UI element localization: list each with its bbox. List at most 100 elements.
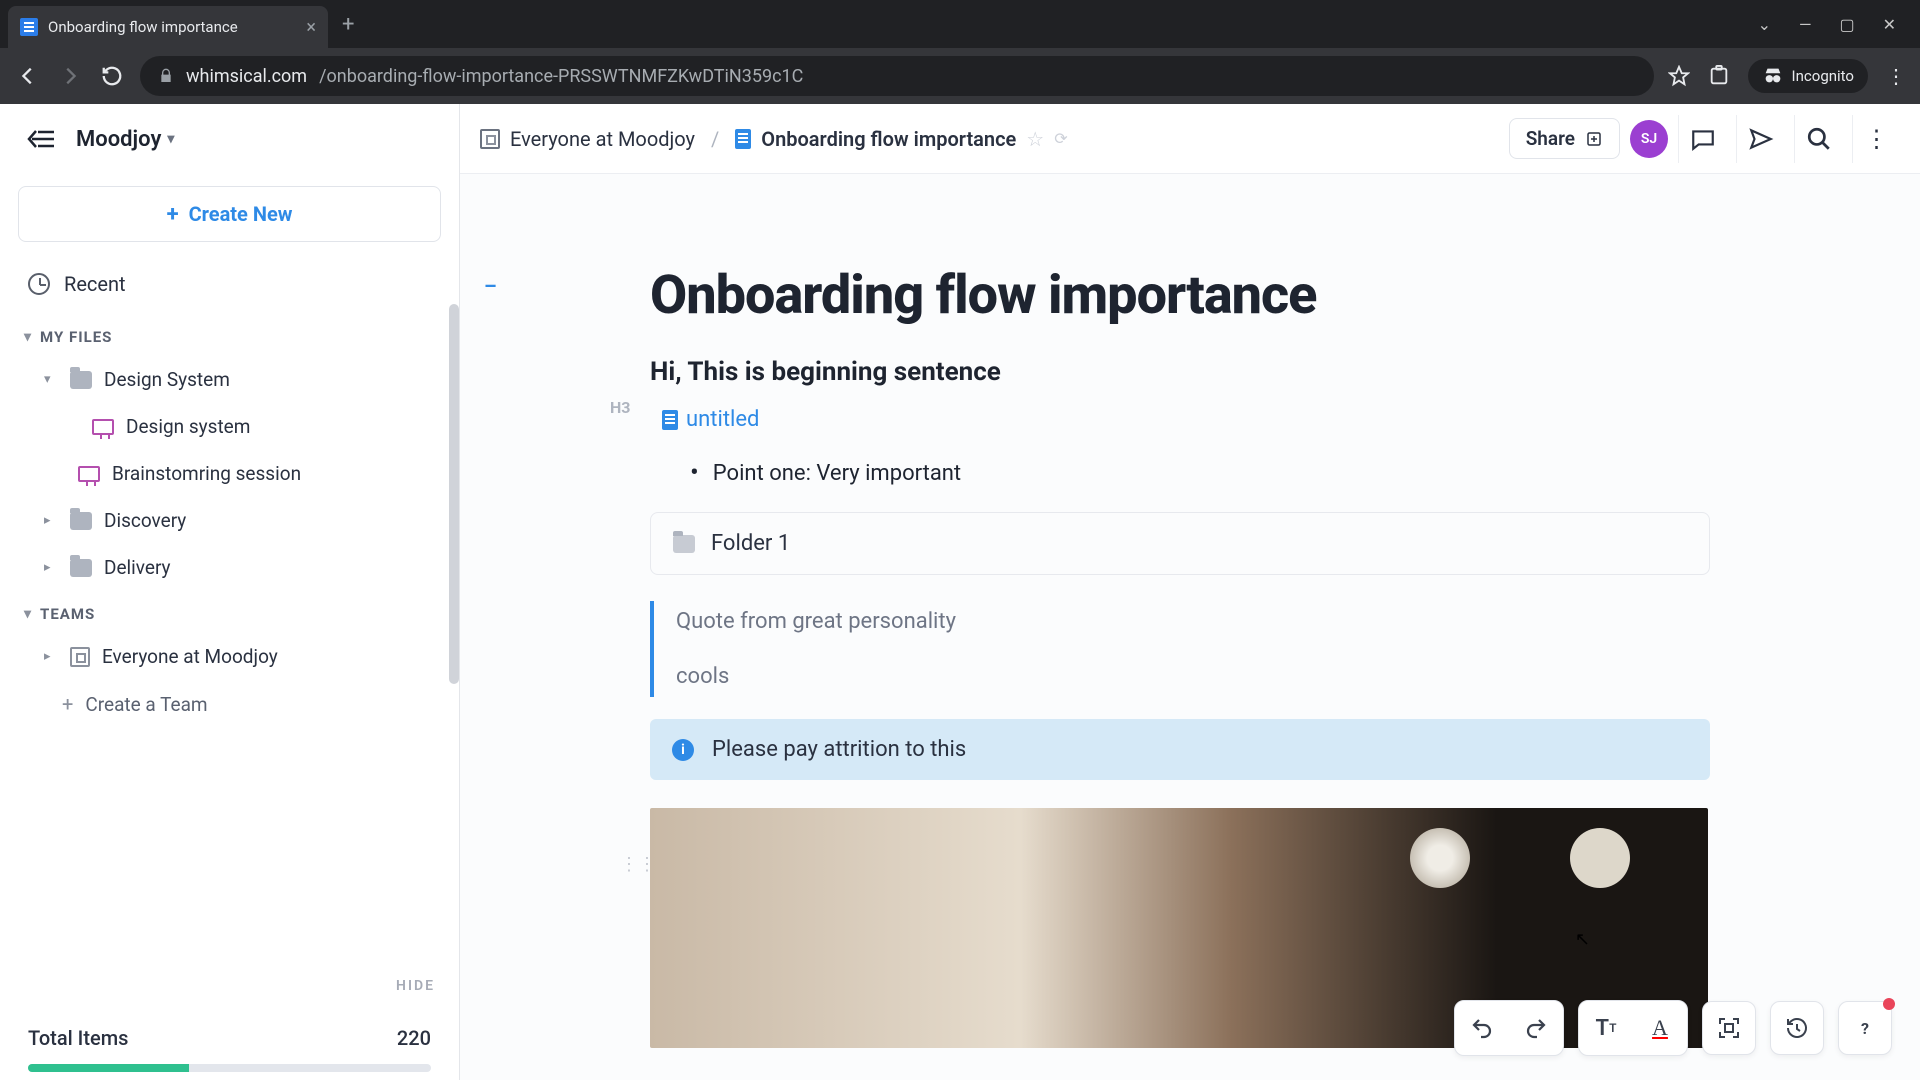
create-new-button[interactable]: + Create New (18, 186, 441, 242)
breadcrumb: Everyone at Moodjoy / Onboarding flow im… (480, 127, 1068, 151)
undo-button[interactable] (1455, 1001, 1509, 1055)
clock-icon (28, 273, 50, 295)
share-button[interactable]: Share (1509, 118, 1620, 159)
sidebar-collapse-button[interactable] (24, 122, 58, 156)
tree-folder-design-system[interactable]: ▾ Design System (0, 356, 451, 403)
favorite-star-icon[interactable]: ☆ (1026, 127, 1044, 151)
folder-icon (70, 559, 92, 577)
new-tab-button[interactable]: + (328, 12, 368, 37)
history-button[interactable] (1770, 1001, 1824, 1055)
caret-right-icon: ▸ (44, 560, 58, 575)
usage-stats: Total Items 220 (0, 1008, 459, 1080)
tab-title: Onboarding flow importance (48, 18, 238, 36)
bullet-text: Point one: Very important (713, 461, 961, 486)
recent-link[interactable]: Recent (0, 262, 451, 314)
linked-doc-label: untitled (686, 407, 759, 432)
section-teams[interactable]: TEAMS (0, 591, 451, 633)
create-team-label: Create a Team (85, 693, 207, 716)
quote-line-2: cools (676, 664, 1710, 689)
org-icon (480, 129, 500, 149)
browser-tab[interactable]: Onboarding flow importance × (8, 6, 328, 48)
url-host: whimsical.com (186, 66, 307, 87)
forward-button[interactable] (56, 62, 84, 90)
h3-gutter-marker: H3 (610, 398, 630, 417)
sync-icon: ⟳ (1054, 129, 1067, 148)
presentation-icon (78, 466, 100, 482)
plus-icon: + (167, 202, 179, 227)
tab-close-icon[interactable]: × (306, 17, 316, 38)
tree-team-everyone[interactable]: ▸ Everyone at Moodjoy (0, 633, 451, 680)
help-button[interactable]: ? (1838, 1001, 1892, 1055)
tree-folder-discovery[interactable]: ▸ Discovery (0, 497, 451, 544)
bullet-item[interactable]: Point one: Very important (690, 458, 1710, 488)
tree-label: Delivery (104, 556, 171, 579)
breadcrumb-root[interactable]: Everyone at Moodjoy (510, 127, 695, 151)
doc-icon (662, 410, 678, 430)
text-size-button[interactable]: TT (1579, 1001, 1633, 1055)
tree-folder-delivery[interactable]: ▸ Delivery (0, 544, 451, 591)
tree-board-brainstorming[interactable]: Brainstomring session (0, 450, 451, 497)
tab-search-icon[interactable]: ⌄ (1758, 15, 1771, 34)
folder-icon (673, 535, 695, 553)
tree-label: Everyone at Moodjoy (102, 645, 278, 668)
bookmark-star-icon[interactable] (1668, 65, 1690, 87)
window-close-icon[interactable]: ✕ (1883, 15, 1896, 34)
back-button[interactable] (14, 62, 42, 90)
section-my-files[interactable]: MY FILES (0, 314, 451, 356)
address-bar: whimsical.com/onboarding-flow-importance… (0, 48, 1920, 104)
url-field[interactable]: whimsical.com/onboarding-flow-importance… (140, 56, 1654, 96)
comments-button[interactable] (1678, 115, 1726, 163)
tree-label: Design System (104, 368, 230, 391)
hide-label[interactable]: HIDE (396, 978, 435, 994)
window-minimize-icon[interactable]: — (1799, 15, 1812, 34)
extensions-icon[interactable] (1708, 65, 1730, 87)
caret-right-icon: ▸ (44, 513, 58, 528)
info-icon: i (672, 739, 694, 761)
search-button[interactable] (1794, 115, 1842, 163)
window-controls: ⌄ — ▢ ✕ (1758, 15, 1912, 34)
workspace-switcher[interactable]: Moodjoy (76, 127, 174, 152)
total-items-value: 220 (397, 1026, 431, 1050)
quote-block[interactable]: Quote from great personality cools (650, 601, 1710, 697)
create-team-button[interactable]: + Create a Team (0, 680, 451, 728)
send-button[interactable] (1736, 115, 1784, 163)
tree-label: Discovery (104, 509, 186, 532)
my-files-label: MY FILES (40, 328, 112, 346)
folder-block-label: Folder 1 (711, 531, 790, 556)
info-callout[interactable]: i Please pay attrition to this (650, 719, 1710, 780)
more-menu-button[interactable]: ⋮ (1852, 115, 1900, 163)
folder-block[interactable]: Folder 1 (650, 512, 1710, 575)
doc-body[interactable]: – H3 Onboarding flow importance Hi, This… (460, 174, 1920, 1080)
doc-h3[interactable]: Hi, This is beginning sentence (650, 357, 1710, 387)
incognito-badge[interactable]: Incognito (1748, 59, 1868, 93)
create-new-label: Create New (189, 202, 293, 226)
redo-button[interactable] (1509, 1001, 1563, 1055)
help-icon: ? (1861, 1019, 1869, 1038)
incognito-label: Incognito (1792, 67, 1854, 85)
doc-header: Everyone at Moodjoy / Onboarding flow im… (460, 104, 1920, 174)
focus-mode-button[interactable] (1702, 1001, 1756, 1055)
tree-label: Brainstomring session (112, 462, 301, 485)
folder-icon (70, 512, 92, 530)
usage-progress (28, 1064, 431, 1072)
reload-button[interactable] (98, 62, 126, 90)
total-items-label: Total Items (28, 1026, 128, 1050)
share-icon (1585, 130, 1603, 148)
sidebar-scrollbar[interactable] (449, 304, 459, 684)
lock-icon (158, 68, 174, 84)
browser-menu-icon[interactable]: ⋮ (1886, 64, 1906, 88)
triangle-down-icon (24, 329, 32, 345)
linked-doc[interactable]: untitled (662, 407, 759, 432)
text-style-button[interactable]: A (1633, 1001, 1687, 1055)
share-label: Share (1526, 127, 1575, 150)
tree-board-design-system[interactable]: Design system (0, 403, 451, 450)
chevron-down-icon (167, 131, 174, 147)
window-maximize-icon[interactable]: ▢ (1839, 15, 1854, 34)
user-avatar[interactable]: SJ (1630, 120, 1668, 158)
outline-marker[interactable]: – (484, 274, 497, 298)
floating-toolbar: TT A ? (1454, 1000, 1892, 1056)
block-drag-handle-icon[interactable]: ⋮⋮ (620, 854, 656, 875)
doc-title[interactable]: Onboarding flow importance (650, 264, 1710, 327)
doc-icon (735, 129, 751, 149)
breadcrumb-doc[interactable]: Onboarding flow importance (761, 127, 1016, 151)
